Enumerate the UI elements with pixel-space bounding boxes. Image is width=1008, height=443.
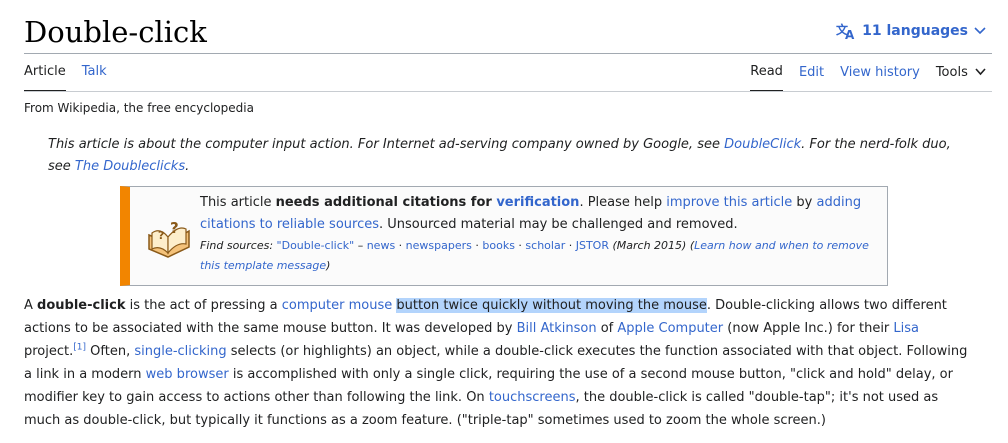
ambox-bold: needs additional citations for [275,195,497,210]
find-sources: Find sources: "Double-click" – news · ne… [200,236,880,276]
link-verification[interactable]: verification [496,195,579,210]
link-find-query[interactable]: "Double-click" [277,239,355,252]
article-lead-paragraph: A double-click is the act of pressing a … [24,294,968,432]
separator: · [514,239,526,252]
link-scholar[interactable]: scholar [525,239,565,252]
find-sources-label: Find sources: [200,239,274,252]
para-text: project. [24,344,74,359]
tab-edit[interactable]: Edit [799,64,824,91]
book-question-icon: ? ? [148,219,190,258]
chevron-down-icon [974,27,986,35]
ambox-text: . Unsourced material may be challenged a… [379,217,738,232]
link-improve-article[interactable]: improve this article [666,195,792,210]
ambox-text: by [792,195,817,210]
link-computer-mouse[interactable]: computer mouse [282,298,392,313]
link-web-browser[interactable]: web browser [146,367,229,382]
tab-talk[interactable]: Talk [82,63,107,92]
link-bill-atkinson[interactable]: Bill Atkinson [517,321,597,336]
tools-menu[interactable]: Tools [936,64,986,91]
title-divider [24,53,992,54]
svg-text:?: ? [158,229,164,242]
link-books[interactable]: books [482,239,515,252]
chevron-down-icon [975,68,986,76]
tabs-divider [24,91,992,92]
page-title: Double-click [24,15,207,49]
link-newspapers[interactable]: newspapers [406,239,472,252]
languages-label: 11 languages [862,23,968,39]
para-text: of [596,321,618,336]
tools-label: Tools [935,65,968,80]
term-double-click: double-click [37,298,126,313]
separator: · [471,239,483,252]
svg-text:?: ? [170,219,179,237]
hatnote-text: This article is about the computer input… [48,137,725,152]
para-text: is the act of pressing a [125,298,282,313]
para-text: Often, [86,344,135,359]
namespace-tabs: Article Talk [24,63,107,92]
para-text: A [24,298,38,313]
tagline: From Wikipedia, the free encyclopedia [24,101,254,115]
svg-text:A: A [845,28,855,40]
selected-text[interactable]: button twice quickly without moving the … [396,298,707,313]
link-apple-computer[interactable]: Apple Computer [617,321,723,336]
para-text: (now Apple Inc.) for their [723,321,894,336]
learn-close: ) [326,259,331,272]
citation-needed-box: ? ? This article needs additional citati… [120,186,888,286]
hatnote: This article is about the computer input… [48,134,968,178]
separator: · [565,239,576,252]
tab-article[interactable]: Article [24,63,66,92]
ambox-date: (March 2015) [608,239,687,252]
learn-open: ( [686,239,695,252]
citation-ref[interactable]: [1] [73,343,86,353]
wikipedia-article-page: Double-click 文 A 11 languages Article Ta… [0,0,1008,443]
ambox-text: . Please help [579,195,667,210]
view-tabs: Read Edit View history Tools [750,63,986,92]
translate-icon: 文 A [836,22,855,40]
separator: – [354,239,367,252]
ambox-message: This article needs additional citations … [200,192,880,276]
link-the-doubleclicks[interactable]: The Doubleclicks [75,159,185,174]
link-single-clicking[interactable]: single-clicking [134,344,226,359]
link-lisa[interactable]: Lisa [893,321,919,336]
link-news[interactable]: news [367,239,395,252]
link-jstor[interactable]: JSTOR [576,239,609,252]
hatnote-text: . [185,159,190,174]
tab-read[interactable]: Read [750,63,783,92]
link-doubleclick[interactable]: DoubleClick [724,137,801,152]
language-selector[interactable]: 文 A 11 languages [836,22,986,40]
tab-view-history[interactable]: View history [840,64,920,91]
link-touchscreens[interactable]: touchscreens [489,390,576,405]
separator: · [395,239,406,252]
ambox-text: This article [200,195,276,210]
